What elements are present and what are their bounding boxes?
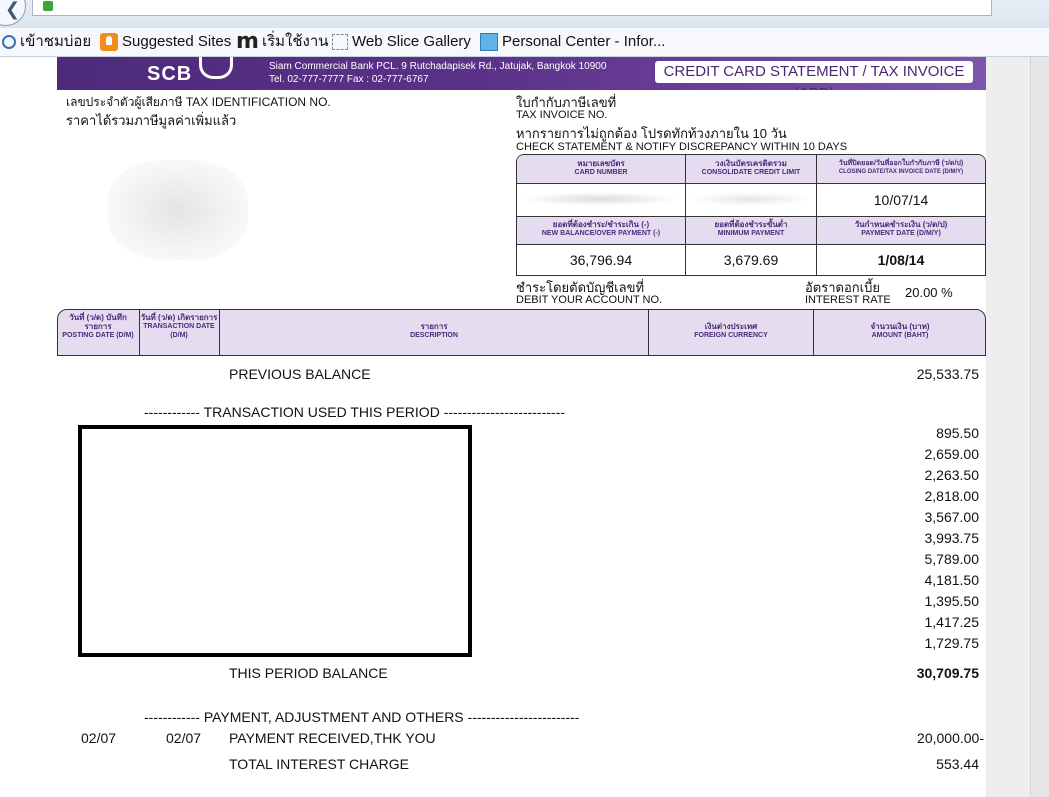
payment-transaction-date: 02/07 [166,730,202,746]
amount-header: จำนวนเงิน (บาท) AMOUNT (BAHT) [870,322,930,339]
scb-logo-icon [199,57,233,79]
transaction-amount: 3,567.00 [924,509,980,525]
credit-limit-header: วงเงินบัตรเครดิตรวม CONSOLIDATE CREDIT LI… [701,159,801,176]
vat-note: ราคาได้รวมภาษีมูลค่าเพิ่มแล้ว [66,113,237,128]
transaction-amount: 2,659.00 [924,446,980,462]
transaction-amount: 2,818.00 [924,488,980,504]
back-arrow-icon: ❮ [5,0,21,20]
favorite-suggested-sites[interactable]: Suggested Sites [100,33,232,52]
payments-section-header: ------------ PAYMENT, ADJUSTMENT AND OTH… [144,709,580,725]
bank-phone-line: Tel. 02-777-7777 Fax : 02-777-6767 [269,74,429,85]
transaction-amount: 1,395.50 [924,593,980,609]
payment-posting-date: 02/07 [81,730,117,746]
tax-invoice-en: TAX INVOICE NO. [516,109,608,121]
bank-name: SCB [147,63,193,85]
foreign-currency-header: เงินต่างประเทศ FOREIGN CURRENCY [694,322,768,339]
payment-date-header: วันกำหนดชำระเงิน (ว/ด/ป) PAYMENT DATE (D/… [854,220,948,237]
browser-toolbar: ❮ [0,0,1049,29]
interest-charge-label: TOTAL INTEREST CHARGE [229,756,409,772]
transaction-amount: 3,993.75 [924,530,980,546]
favorites-bar: เข้าชมบ่อย Suggested Sites m เริ่มใช้งาน … [0,28,1049,57]
favorite-label: เริ่มใช้งาน [261,33,329,50]
closing-date-header: วันที่ปิดยอด/วันที่ออกใบกำกับภาษี (ว/ด/ป… [838,160,964,175]
document-title: CREDIT CARD STATEMENT / TAX INVOICE (ABB… [655,61,973,90]
favorite-label: Suggested Sites [122,33,232,50]
m-icon: m [236,29,259,55]
transaction-amount: 2,263.50 [924,467,980,483]
new-balance-value: 36,796.94 [569,252,633,268]
bank-address: Siam Commercial Bank PCL. 9 Rutchadapise… [269,60,606,86]
site-icon [43,1,53,11]
card-number-header: หมายเลขบัตร CARD NUMBER [574,159,628,176]
transaction-amount: 1,417.25 [924,614,980,630]
interest-label-en: INTEREST RATE [805,294,891,306]
redacted-card-number [520,192,680,206]
interest-rate-value: 20.00 % [905,285,953,300]
period-balance-label: THIS PERIOD BALANCE [229,665,388,681]
favorite-label: เข้าชมบ่อย [20,33,92,50]
bank-header: SCB Siam Commercial Bank PCL. 9 Rutchada… [57,57,986,90]
favorite-personal-center[interactable]: Personal Center - Infor... [480,33,666,52]
debit-label-en: DEBIT YOUR ACCOUNT NO. [516,294,663,306]
address-bar[interactable] [32,0,992,16]
back-button[interactable]: ❮ [0,0,26,26]
bank-address-line: Siam Commercial Bank PCL. 9 Rutchadapise… [269,61,607,72]
payment-description: PAYMENT RECEIVED,THK YOU [229,730,436,746]
personal-center-icon [480,33,498,52]
transaction-date-header: วันที่ (ว/ด) เกิดรายการ TRANSACTION DATE … [140,313,218,339]
favorite-label: Personal Center - Infor... [502,33,666,50]
transactions-section-header: ------------ TRANSACTION USED THIS PERIO… [144,404,565,420]
new-balance-header: ยอดที่ต้องชำระ/ชำระเกิน (-) NEW BALANCE/O… [541,220,661,237]
favorite-getting-started[interactable]: m เริ่มใช้งาน [236,31,329,53]
interest-charge-amount: 553.44 [936,756,979,772]
posting-date-header: วันที่ (ว/ด) บันทึกรายการ POSTING DATE (D… [62,313,134,339]
min-payment-header: ยอดที่ต้องชำระขั้นต่ำ MINIMUM PAYMENT [714,220,788,237]
transaction-amount: 5,789.00 [924,551,980,567]
closing-date-value: 10/07/14 [873,192,929,208]
transaction-amount: 895.50 [936,425,979,441]
redacted-transactions [78,425,472,657]
previous-balance-label: PREVIOUS BALANCE [229,366,371,382]
redacted-address [108,160,248,260]
transaction-amount: 4,181.50 [924,572,980,588]
payment-date-value: 1/08/14 [877,252,925,268]
transaction-amount: 1,729.75 [924,635,980,651]
favorite-frequent[interactable]: เข้าชมบ่อย [2,33,91,51]
redacted-credit-limit [690,192,810,206]
description-header: รายการ DESCRIPTION [410,322,458,339]
discrepancy-en: CHECK STATEMENT & NOTIFY DISCREPANCY WIT… [516,141,848,153]
favorite-web-slice-gallery[interactable]: Web Slice Gallery [332,33,471,51]
payment-amount: 20,000.00- [917,730,984,746]
previous-balance-amount: 25,533.75 [916,366,979,382]
web-slice-icon [332,34,348,51]
favorite-label: Web Slice Gallery [352,33,471,50]
min-payment-value: 3,679.69 [723,252,779,268]
search-icon [2,35,16,50]
vertical-scrollbar[interactable] [1030,57,1049,797]
period-balance-amount: 30,709.75 [916,665,979,681]
suggested-sites-icon [100,33,118,52]
